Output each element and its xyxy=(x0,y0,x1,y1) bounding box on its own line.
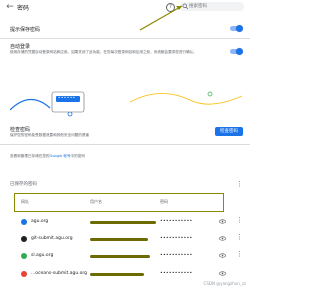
site-favicon xyxy=(21,271,27,277)
site-favicon xyxy=(21,236,27,242)
offer-save-toggle[interactable] xyxy=(230,25,243,32)
eye-icon[interactable] xyxy=(219,271,226,276)
column-password: 密码 xyxy=(160,199,168,204)
password-masked: ••••••••••• xyxy=(160,236,193,241)
password-illustration xyxy=(10,91,242,117)
column-header-highlight xyxy=(14,193,224,212)
column-site: 网址 xyxy=(21,199,29,204)
offer-save-label: 提示保存密码 xyxy=(10,27,41,33)
password-masked: ••••••••••• xyxy=(160,271,193,276)
site-url: sl.agu.org xyxy=(31,253,54,258)
username-redacted xyxy=(90,273,144,276)
checkup-description: 保护您的密码免受数据泄露和其他安全问题的侵害 xyxy=(10,133,90,137)
eye-icon[interactable] xyxy=(219,219,226,224)
watermark: CSDN @yangzhun_sz xyxy=(203,281,246,286)
username-redacted xyxy=(90,221,156,224)
manage-suffix: 中的密码 xyxy=(70,154,85,158)
checkup-title: 检查密码 xyxy=(10,127,31,133)
more-vert-icon[interactable]: ⋮ xyxy=(236,233,243,242)
password-masked: ••••••••••• xyxy=(160,253,193,258)
site-url: ...oceans-submit.agu.org xyxy=(31,271,88,276)
divider xyxy=(0,38,250,39)
check-passwords-button[interactable]: 检查密码 xyxy=(215,127,243,136)
more-vert-icon[interactable]: ⋮ xyxy=(236,216,243,225)
auto-signin-description: 使用存储的凭据自动登录网站和应用。如果关闭了此功能，在您每次登录网站和应用之前，… xyxy=(10,50,197,54)
column-username: 用户名 xyxy=(90,199,102,204)
username-redacted xyxy=(90,255,150,258)
eye-icon[interactable] xyxy=(219,236,226,241)
password-masked: ••••••••••• xyxy=(160,219,193,224)
site-url: git-submit.agu.org xyxy=(31,236,73,241)
manage-passwords-text: 查看和管理已存储在您的Google 帐号中的密码 xyxy=(10,154,85,159)
site-favicon xyxy=(21,253,27,259)
site-url: agu.org xyxy=(31,219,49,224)
manage-prefix: 查看和管理已存储在您的 xyxy=(10,154,50,158)
username-redacted xyxy=(90,238,148,241)
site-favicon xyxy=(21,219,27,225)
eye-icon[interactable] xyxy=(219,253,226,258)
checkup-dots: •••••• xyxy=(58,95,76,100)
divider xyxy=(0,144,250,145)
auto-signin-toggle[interactable] xyxy=(230,48,243,55)
saved-passwords-title: 已保存的密码 xyxy=(10,182,37,187)
auto-signin-label: 自动登录 xyxy=(10,44,31,50)
more-vert-icon[interactable]: ⋮ xyxy=(236,180,243,189)
more-vert-icon[interactable]: ⋮ xyxy=(236,250,243,259)
google-account-link[interactable]: Google 帐号 xyxy=(50,154,71,158)
